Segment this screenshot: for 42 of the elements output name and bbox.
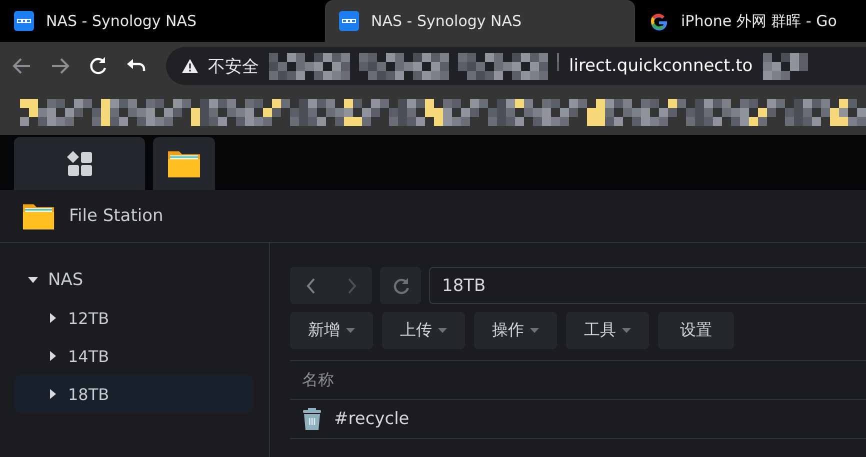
caret-icon[interactable] <box>48 313 58 323</box>
browser-tab[interactable]: NAS - Synology NAS <box>325 0 635 42</box>
toolbar-button[interactable]: 设置 <box>658 312 734 349</box>
back-icon[interactable] <box>12 56 32 76</box>
redacted-url-drawing <box>762 52 808 80</box>
toolbar-button[interactable]: 上传 <box>382 312 465 349</box>
toolbar-button[interactable]: 操作 <box>474 312 557 349</box>
caret-icon[interactable] <box>28 275 38 285</box>
forward-icon[interactable] <box>50 56 70 76</box>
refresh-icon <box>392 276 410 294</box>
browser-tab[interactable]: NAS - Synology NAS <box>0 0 310 42</box>
tree-item[interactable]: 18TB <box>14 375 253 413</box>
caret-icon <box>438 328 447 333</box>
tree-item[interactable]: 12TB <box>14 299 253 337</box>
dsm-logo-icon <box>14 11 34 31</box>
tree-item[interactable]: 14TB <box>14 337 253 375</box>
caret-icon <box>622 328 631 333</box>
apps-grid-icon <box>66 150 92 176</box>
refresh-button[interactable] <box>380 267 421 304</box>
chevron-left-icon <box>306 278 316 294</box>
trash-icon <box>302 408 322 430</box>
app-title: File Station <box>69 206 164 226</box>
file-station-taskbar-button[interactable] <box>153 137 215 190</box>
warning-icon <box>182 59 198 73</box>
main-menu-button[interactable] <box>14 137 145 190</box>
caret-icon <box>346 328 355 333</box>
toolbar-button[interactable]: 新增 <box>290 312 373 349</box>
address-bar[interactable]: 不安全 lirect.quickconnect.to <box>166 47 866 85</box>
file-row[interactable]: #recycle <box>290 400 866 439</box>
caret-icon[interactable] <box>48 389 58 399</box>
toolbar-button[interactable]: 工具 <box>566 312 649 349</box>
browser-tab[interactable]: iPhone 外网 群晖 - Go <box>635 0 866 42</box>
tree-item[interactable]: NAS <box>14 261 253 299</box>
google-logo-icon <box>649 11 669 31</box>
reload-icon[interactable] <box>88 56 108 76</box>
chevron-right-icon <box>346 278 356 294</box>
dsm-logo-icon <box>339 11 359 31</box>
caret-icon[interactable] <box>48 351 58 361</box>
column-header[interactable]: 名称 <box>290 360 866 400</box>
caret-icon <box>530 328 539 333</box>
path-field[interactable]: 18TB <box>429 267 866 304</box>
folder-icon <box>22 201 55 231</box>
